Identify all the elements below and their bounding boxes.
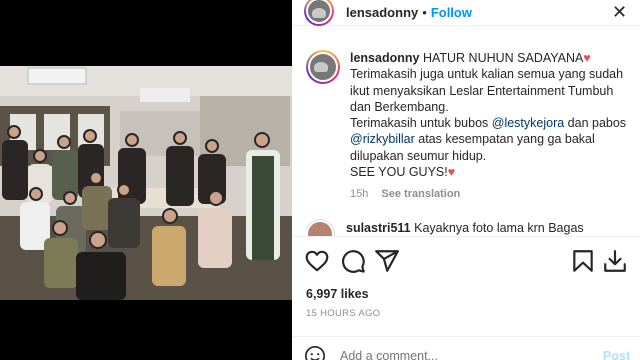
post-header: lensadonny • Follow <box>292 0 640 26</box>
caption-meta: 15h See translation <box>350 186 630 202</box>
close-icon[interactable]: ✕ <box>612 2 630 23</box>
caption-body2-part-b: dan pabos <box>564 116 627 131</box>
heart-icon[interactable] <box>304 248 330 274</box>
caption-body1: Terimakasih juga untuk kalian semua yang… <box>350 67 624 114</box>
comment-input[interactable] <box>340 349 580 360</box>
add-comment-bar: Post <box>304 344 636 360</box>
action-bar <box>304 248 632 276</box>
share-icon[interactable] <box>374 248 400 274</box>
caption-body2: Terimakasih untuk bubos @lestykejora dan… <box>350 115 630 164</box>
post-caption: lensadonny HATUR NUHUN SADAYANA♥ Terimak… <box>306 50 630 203</box>
caption-body2-part-a: Terimakasih untuk bubos <box>350 116 492 131</box>
commenter-avatar[interactable] <box>306 220 334 236</box>
comment-icon[interactable] <box>340 248 366 274</box>
see-translation-link[interactable]: See translation <box>381 188 460 200</box>
author-avatar[interactable] <box>304 0 334 26</box>
heart-emoji-2: ♥ <box>447 165 456 180</box>
likes-count[interactable]: 6,997 likes <box>306 287 369 301</box>
caption-text: lensadonny HATUR NUHUN SADAYANA♥ Terimak… <box>350 50 630 203</box>
caption-username[interactable]: lensadonny <box>350 51 419 65</box>
caption-author-avatar[interactable] <box>306 50 340 84</box>
heart-emoji: ♥ <box>583 51 591 65</box>
comment-body: Kayaknya foto lama krn Bagas <box>414 221 584 235</box>
post-button[interactable]: Post <box>603 349 630 360</box>
group-photo-illustration <box>0 66 292 300</box>
emoji-icon[interactable] <box>304 345 326 360</box>
comment-row: sulastri511 Kayaknya foto lama krn Bagas <box>306 218 630 236</box>
author-username[interactable]: lensadonny <box>346 5 418 20</box>
caption-body3: SEE YOU GUYS! <box>350 165 448 180</box>
caption-time: 15h <box>350 188 369 201</box>
caption-line1: HATUR NUHUN SADAYANA <box>422 51 584 65</box>
bookmark-icon[interactable] <box>570 248 596 274</box>
separator-dot: • <box>422 5 427 20</box>
post-timestamp: 15 HOURS AGO <box>306 308 381 319</box>
post-details-panel: lensadonny • Follow ✕ lensadonny HATUR N… <box>292 0 640 360</box>
mention-lestykejora[interactable]: @lestykejora <box>492 116 564 130</box>
download-icon[interactable] <box>602 248 628 274</box>
commenter-username[interactable]: sulastri511 <box>346 221 411 235</box>
post-photo[interactable] <box>0 66 292 300</box>
follow-button[interactable]: Follow <box>431 5 472 20</box>
mention-rizkybillar[interactable]: @rizkybillar <box>350 132 415 146</box>
divider <box>292 236 640 237</box>
comment-text: sulastri511 Kayaknya foto lama krn Bagas <box>346 221 584 235</box>
media-panel <box>0 0 292 360</box>
divider <box>292 336 640 337</box>
